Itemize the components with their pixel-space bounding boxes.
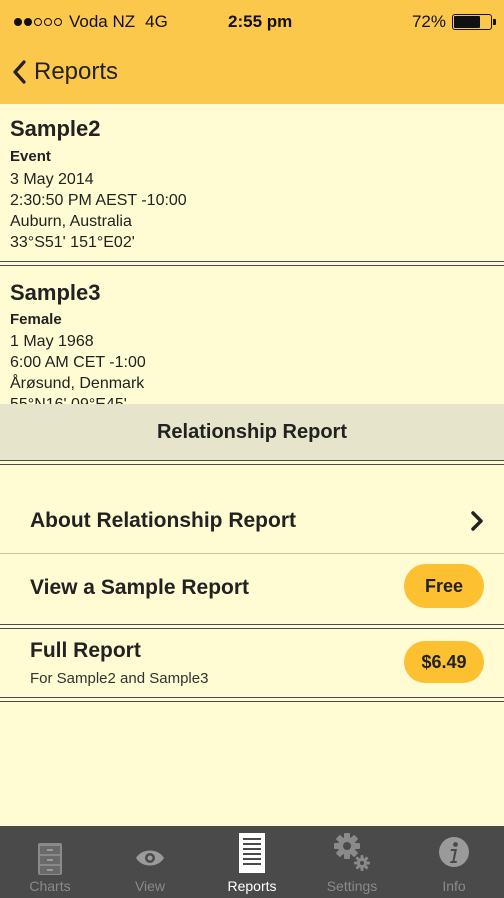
person-place: Auburn, Australia [10, 213, 132, 230]
person-card[interactable]: Sample3 Female 1 May 1968 6:00 AM CET -1… [0, 266, 504, 413]
navigation-bar: Reports [0, 40, 504, 104]
section-header: Relationship Report [0, 404, 504, 460]
person-time: 2:30:50 PM AEST -10:00 [10, 192, 187, 209]
section-title: Relationship Report [156, 420, 347, 443]
tab-reports[interactable]: Reports [202, 826, 302, 898]
price-button[interactable]: $6.49 [404, 641, 484, 683]
divider [0, 697, 504, 702]
person-time: 6:00 AM CET -1:00 [10, 354, 146, 371]
tab-settings[interactable]: Settings [302, 826, 402, 898]
battery-percent: 72% [411, 12, 446, 31]
back-button[interactable]: Reports [12, 54, 118, 90]
network-type: 4G [145, 12, 168, 31]
status-left: Voda NZ 4G [14, 12, 168, 32]
person-date: 1 May 1968 [10, 333, 94, 350]
full-report-sublabel: For Sample2 and Sample3 [30, 670, 209, 687]
carrier-name: Voda NZ [69, 12, 136, 31]
tab-bar: Charts View Reports Settings Info [0, 826, 504, 898]
signal-strength-icon [14, 18, 62, 26]
tab-label: Reports [227, 878, 277, 894]
sample-report-label: View a Sample Report [30, 576, 250, 599]
person-type: Event [10, 148, 51, 165]
person-type: Female [10, 311, 62, 328]
person-name: Sample3 [10, 280, 101, 305]
full-report-label: Full Report [30, 639, 141, 662]
free-badge-button[interactable]: Free [404, 564, 484, 608]
eye-icon [136, 850, 164, 866]
tab-view[interactable]: View [100, 826, 200, 898]
cabinet-icon [38, 843, 62, 875]
info-icon [439, 837, 469, 867]
tab-charts[interactable]: Charts [0, 826, 100, 898]
back-label: Reports [34, 58, 119, 85]
chevron-left-icon [13, 60, 26, 84]
battery-icon [452, 14, 492, 30]
tab-info[interactable]: Info [404, 826, 504, 898]
tab-label: Charts [29, 878, 71, 894]
document-icon [239, 833, 265, 873]
person-coords: 33°S51' 151°E02' [10, 234, 135, 251]
about-report-label: About Relationship Report [30, 509, 296, 532]
status-time: 2:55 pm [228, 12, 293, 31]
status-bar: Voda NZ 4G 2:55 pm 72% [0, 0, 504, 40]
chevron-right-icon [471, 511, 483, 531]
about-report-row[interactable]: About Relationship Report [0, 465, 504, 553]
tab-label: View [134, 878, 166, 894]
full-report-row[interactable]: Full Report For Sample2 and Sample3 $6.4… [0, 629, 504, 695]
battery-status: 72% [412, 12, 496, 32]
person-name: Sample2 [10, 116, 101, 141]
person-place: Årøsund, Denmark [10, 375, 145, 392]
tab-label: Settings [326, 878, 378, 894]
sample-report-row[interactable]: View a Sample Report Free [0, 554, 504, 620]
person-card[interactable]: Sample2 Event 3 May 2014 2:30:50 PM AEST… [0, 104, 504, 260]
tab-label: Info [442, 878, 466, 894]
gears-icon [334, 833, 370, 871]
person-date: 3 May 2014 [10, 171, 94, 188]
